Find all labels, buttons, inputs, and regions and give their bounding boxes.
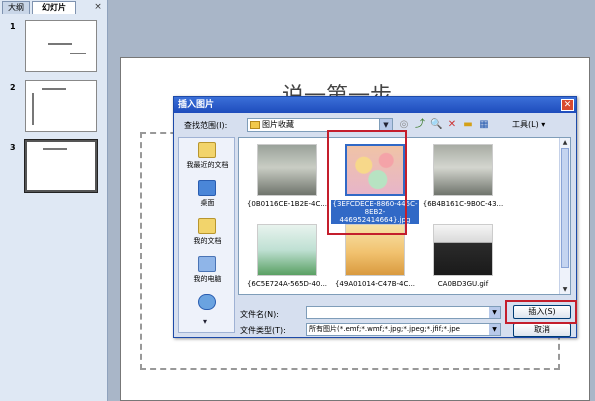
slide-thumbnail-1[interactable]	[25, 20, 97, 72]
chevron-down-icon[interactable]: ▼	[489, 307, 500, 318]
place-label: 我最近的文档	[186, 161, 229, 169]
tools-menu[interactable]: 工具(L) ▾	[512, 119, 545, 130]
place-desktop[interactable]: 桌面	[179, 178, 236, 214]
selected-file-highlight	[327, 130, 407, 235]
file-thumbnail	[433, 224, 493, 276]
file-item[interactable]: {6C5E724A-565D-40...	[243, 222, 331, 294]
place-computer[interactable]: 我的电脑	[179, 254, 236, 290]
dialog-titlebar[interactable]: 插入图片 ✕	[174, 97, 576, 113]
vertical-scrollbar[interactable]: ▲ ▼	[559, 138, 570, 294]
close-icon[interactable]: ✕	[561, 99, 574, 111]
delete-icon[interactable]: ✕	[446, 119, 458, 131]
scroll-up-icon[interactable]: ▲	[560, 138, 570, 147]
file-name: {6B4B161C-9B0C-43...	[422, 200, 504, 208]
chevron-down-icon[interactable]: ▾	[203, 317, 207, 326]
file-name: {49A01014-C47B-4C...	[334, 280, 416, 288]
desktop-icon	[198, 180, 216, 196]
slide-thumbnail-2[interactable]	[25, 80, 97, 132]
panel-close-icon[interactable]: ×	[92, 1, 104, 13]
network-icon	[198, 294, 216, 310]
filetype-value: 所有图片(*.emf;*.wmf;*.jpg;*.jpeg;*.jfif;*.j…	[309, 325, 460, 333]
place-label: 我的文档	[193, 237, 222, 245]
slide-number: 2	[10, 83, 16, 92]
filename-input[interactable]: ▼	[306, 306, 501, 319]
dialog-title: 插入图片	[178, 100, 215, 110]
my-computer-icon	[198, 256, 216, 272]
place-network[interactable]: ▾	[179, 292, 236, 328]
thumb-text-line	[43, 148, 67, 150]
look-in-value: 图片收藏	[262, 120, 294, 129]
filename-label: 文件名(N):	[240, 310, 279, 319]
file-name: {0B0116CE-1B2E-4C...	[246, 200, 328, 208]
place-recent[interactable]: 我最近的文档	[179, 140, 236, 176]
file-item[interactable]: {6B4B161C-9B0C-43...	[419, 142, 507, 218]
tab-outline[interactable]: 大纲	[2, 1, 30, 14]
place-label: 桌面	[200, 199, 215, 207]
search-web-icon[interactable]: 🔍	[430, 119, 442, 131]
cancel-button[interactable]: 取消	[513, 323, 571, 337]
recent-docs-icon	[198, 142, 216, 158]
file-name: {6C5E724A-565D-40...	[246, 280, 328, 288]
tab-slides[interactable]: 幻灯片	[32, 1, 76, 14]
thumb-text-line	[32, 93, 34, 125]
file-item[interactable]: CA0BD3GU.gif	[419, 222, 507, 294]
thumb-text-line	[70, 53, 86, 54]
slide-thumbnail-3[interactable]	[24, 139, 98, 193]
thumb-text-line	[48, 43, 72, 45]
file-name: CA0BD3GU.gif	[437, 280, 489, 288]
place-documents[interactable]: 我的文档	[179, 216, 236, 252]
thumb-text-line	[42, 88, 66, 90]
my-documents-icon	[198, 218, 216, 234]
file-thumbnail	[257, 224, 317, 276]
up-folder-icon[interactable]: ⤴	[414, 119, 426, 131]
scrollbar-thumb[interactable]	[561, 148, 569, 268]
file-thumbnail	[257, 144, 317, 196]
filetype-label: 文件类型(T):	[240, 326, 286, 335]
file-thumbnail	[433, 144, 493, 196]
folder-icon	[250, 121, 260, 129]
chevron-down-icon[interactable]: ▼	[489, 324, 500, 335]
slides-panel: 大纲 幻灯片 × 1 2 3	[0, 0, 108, 401]
place-label: 我的电脑	[193, 275, 222, 283]
new-folder-icon[interactable]: ▬	[462, 119, 474, 131]
tools-label: 工具(L)	[512, 120, 539, 129]
places-bar: 我最近的文档 桌面 我的文档 我的电脑 ▾	[178, 137, 235, 333]
file-item[interactable]: {0B0116CE-1B2E-4C...	[243, 142, 331, 218]
filetype-select[interactable]: 所有图片(*.emf;*.wmf;*.jpg;*.jpeg;*.jfif;*.j…	[306, 323, 501, 336]
slide-number: 1	[10, 22, 16, 31]
views-icon[interactable]: ▦	[478, 119, 490, 131]
panel-tabs: 大纲 幻灯片 ×	[2, 1, 106, 14]
look-in-label: 查找范围(I):	[184, 121, 228, 130]
scroll-down-icon[interactable]: ▼	[560, 285, 570, 294]
insert-button-highlight	[505, 300, 577, 324]
slide-number: 3	[10, 143, 16, 152]
